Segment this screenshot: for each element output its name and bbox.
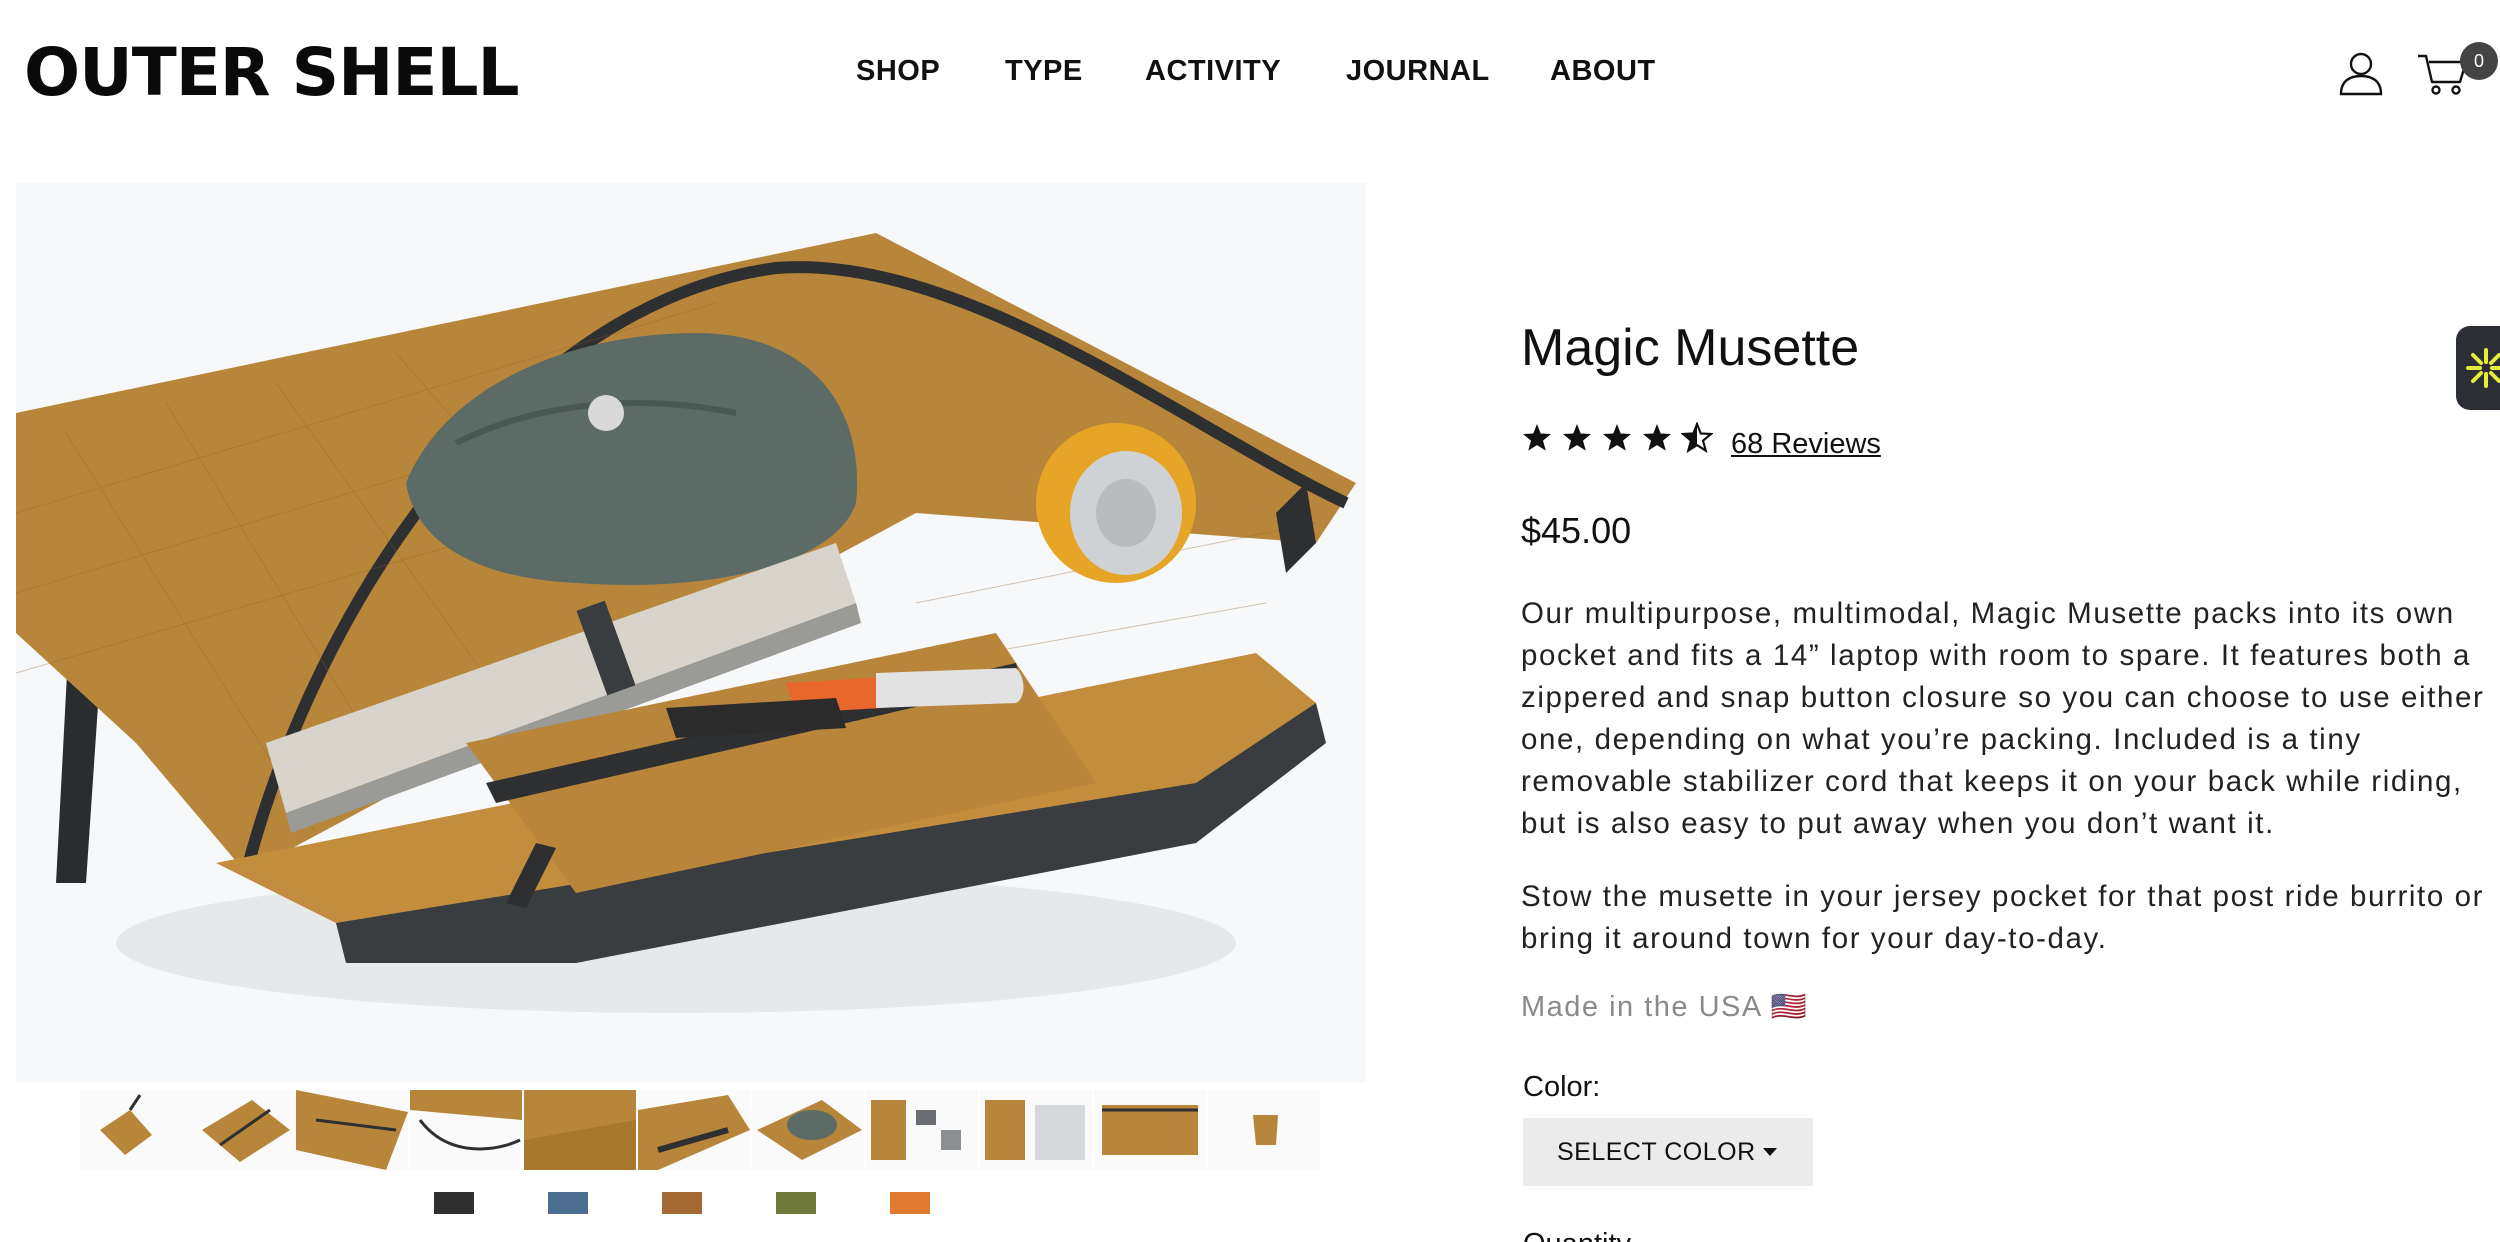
color-swatch-strip [430,1188,970,1228]
thumbnail[interactable] [296,1090,408,1170]
cart-count-badge[interactable]: 0 [2460,42,2498,80]
product-price: $45.00 [1521,510,1632,551]
floating-widget-tab[interactable] [2456,326,2500,410]
thumbnail[interactable] [1208,1090,1320,1170]
nav-shop[interactable]: SHOP [856,55,940,88]
nav-activity[interactable]: ACTIVITY [1145,55,1281,88]
thumbnail[interactable] [1094,1090,1206,1170]
thumbnail[interactable] [524,1090,636,1170]
swatch-thumbnail[interactable] [430,1188,478,1218]
rating-stars[interactable] [1521,422,1713,454]
sparkle-icon [2466,348,2500,388]
quantity-label: Quantity [1523,1228,1631,1242]
thumbnail[interactable] [410,1090,522,1170]
swatch-thumbnail[interactable] [658,1188,706,1218]
color-select-value: SELECT COLOR [1557,1137,1756,1166]
made-in-usa-note: Made in the USA 🇺🇸 [1521,991,1809,1023]
swatch-thumbnail[interactable] [772,1188,820,1218]
star-icon [1563,424,1591,451]
product-description: Our multipurpose, multimodal, Magic Muse… [1521,597,2485,840]
thumbnail[interactable] [80,1090,192,1170]
thumbnail[interactable] [752,1090,864,1170]
thumbnail[interactable] [190,1090,302,1170]
swatch-thumbnail[interactable] [886,1188,934,1218]
nav-journal[interactable]: JOURNAL [1346,55,1490,88]
caret-down-icon [1763,1148,1777,1156]
star-icon [1523,424,1551,451]
site-logo[interactable]: OUTER SHELL [24,34,520,111]
thumbnail[interactable] [866,1090,978,1170]
star-icon [1643,424,1671,451]
user-icon[interactable] [2338,50,2384,96]
thumbnail[interactable] [980,1090,1092,1170]
product-main-image[interactable] [16,183,1366,1083]
color-label: Color: [1523,1071,1601,1103]
color-select[interactable]: SELECT COLOR [1523,1118,1813,1186]
nav-type[interactable]: TYPE [1005,55,1083,88]
thumbnail[interactable] [638,1090,750,1170]
half-star-icon [1681,422,1713,454]
swatch-thumbnail[interactable] [544,1188,592,1218]
reviews-link[interactable]: 68 Reviews [1731,428,1881,461]
product-title: Magic Musette [1521,319,1860,377]
thumbnail-strip [80,1090,1320,1170]
nav-about[interactable]: ABOUT [1550,55,1656,88]
product-description-secondary: Stow the musette in your jersey pocket f… [1521,880,2485,955]
star-icon [1603,424,1631,451]
